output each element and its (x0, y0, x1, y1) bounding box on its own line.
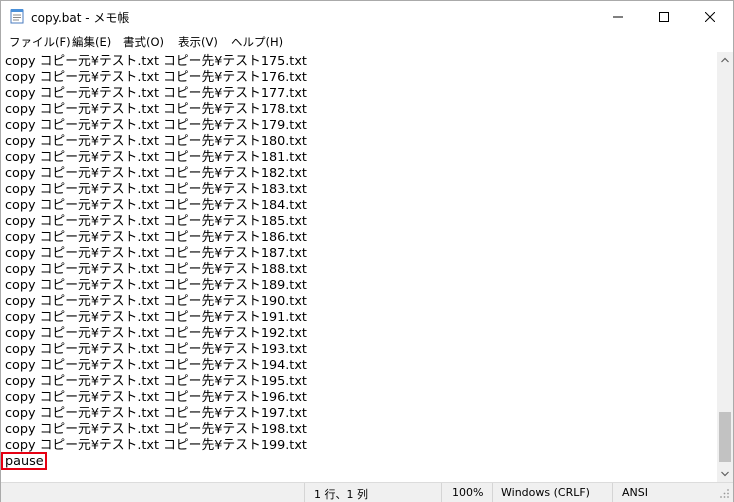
editor-line: copy コピー元¥テスト.txt コピー先¥テスト179.txt (5, 118, 307, 133)
status-bar: 1 行、1 列 100% Windows (CRLF) ANSI (1, 482, 733, 502)
maximize-icon (659, 11, 669, 22)
minimize-button[interactable] (595, 1, 641, 32)
scroll-up-arrow-icon[interactable] (717, 52, 733, 68)
resize-grip-icon[interactable] (719, 488, 730, 499)
editor-line: copy コピー元¥テスト.txt コピー先¥テスト190.txt (5, 294, 307, 309)
editor-line: copy コピー元¥テスト.txt コピー先¥テスト193.txt (5, 342, 307, 357)
editor-line: copy コピー元¥テスト.txt コピー先¥テスト187.txt (5, 246, 307, 261)
editor-line: copy コピー元¥テスト.txt コピー先¥テスト186.txt (5, 230, 307, 245)
notepad-window: copy.bat - メモ帳 ファイル(F) 編集(E) 書式(O) 表示(V)… (0, 0, 734, 502)
status-divider (612, 483, 613, 502)
title-bar[interactable]: copy.bat - メモ帳 (1, 1, 733, 32)
scroll-thumb[interactable] (719, 412, 731, 462)
editor-line: copy コピー元¥テスト.txt コピー先¥テスト185.txt (5, 214, 307, 229)
editor-line: copy コピー元¥テスト.txt コピー先¥テスト192.txt (5, 326, 307, 341)
editor-line: copy コピー元¥テスト.txt コピー先¥テスト180.txt (5, 134, 307, 149)
editor-line: copy コピー元¥テスト.txt コピー先¥テスト183.txt (5, 182, 307, 197)
editor-line: copy コピー元¥テスト.txt コピー先¥テスト198.txt (5, 422, 307, 437)
editor-line: copy コピー元¥テスト.txt コピー先¥テスト189.txt (5, 278, 307, 293)
editor-line: copy コピー元¥テスト.txt コピー先¥テスト194.txt (5, 358, 307, 373)
window-title: copy.bat - メモ帳 (31, 11, 130, 25)
text-editor[interactable]: copy コピー元¥テスト.txt コピー先¥テスト175.txt copy コ… (1, 52, 717, 482)
editor-line: copy コピー元¥テスト.txt コピー先¥テスト184.txt (5, 198, 307, 213)
menu-help[interactable]: ヘルプ(H) (231, 34, 283, 50)
editor-line: copy コピー元¥テスト.txt コピー先¥テスト177.txt (5, 86, 307, 101)
scroll-down-arrow-icon[interactable] (717, 466, 733, 482)
editor-lines: copy コピー元¥テスト.txt コピー先¥テスト175.txt copy コ… (5, 54, 307, 470)
editor-line: copy コピー元¥テスト.txt コピー先¥テスト197.txt (5, 406, 307, 421)
editor-line: copy コピー元¥テスト.txt コピー先¥テスト182.txt (5, 166, 307, 181)
editor-line: copy コピー元¥テスト.txt コピー先¥テスト191.txt (5, 310, 307, 325)
highlight-box (1, 452, 47, 470)
minimize-icon (613, 16, 623, 17)
menu-bar: ファイル(F) 編集(E) 書式(O) 表示(V) ヘルプ(H) (1, 32, 733, 52)
maximize-button[interactable] (641, 1, 687, 32)
editor-line: copy コピー元¥テスト.txt コピー先¥テスト195.txt (5, 374, 307, 389)
close-icon (705, 11, 715, 22)
status-encoding: ANSI (622, 486, 648, 499)
close-button[interactable] (687, 1, 733, 32)
menu-edit[interactable]: 編集(E) (72, 34, 111, 50)
editor-line-pause: pause (5, 454, 44, 469)
menu-file[interactable]: ファイル(F) (9, 34, 71, 50)
editor-line: copy コピー元¥テスト.txt コピー先¥テスト178.txt (5, 102, 307, 117)
menu-view[interactable]: 表示(V) (178, 34, 218, 50)
editor-line: copy コピー元¥テスト.txt コピー先¥テスト196.txt (5, 390, 307, 405)
status-divider (492, 483, 493, 502)
status-divider (441, 483, 442, 502)
editor-line: copy コピー元¥テスト.txt コピー先¥テスト199.txt (5, 438, 307, 453)
editor-line: copy コピー元¥テスト.txt コピー先¥テスト181.txt (5, 150, 307, 165)
menu-format[interactable]: 書式(O) (123, 34, 164, 50)
status-divider (304, 483, 305, 502)
editor-line: copy コピー元¥テスト.txt コピー先¥テスト176.txt (5, 70, 307, 85)
vertical-scrollbar[interactable] (717, 52, 733, 482)
status-zoom: 100% (452, 486, 484, 499)
status-line-ending: Windows (CRLF) (501, 486, 590, 499)
notepad-icon (10, 9, 24, 24)
editor-line: copy コピー元¥テスト.txt コピー先¥テスト188.txt (5, 262, 307, 277)
status-cursor-position: 1 行、1 列 (314, 488, 368, 501)
editor-line: copy コピー元¥テスト.txt コピー先¥テスト175.txt (5, 54, 307, 69)
